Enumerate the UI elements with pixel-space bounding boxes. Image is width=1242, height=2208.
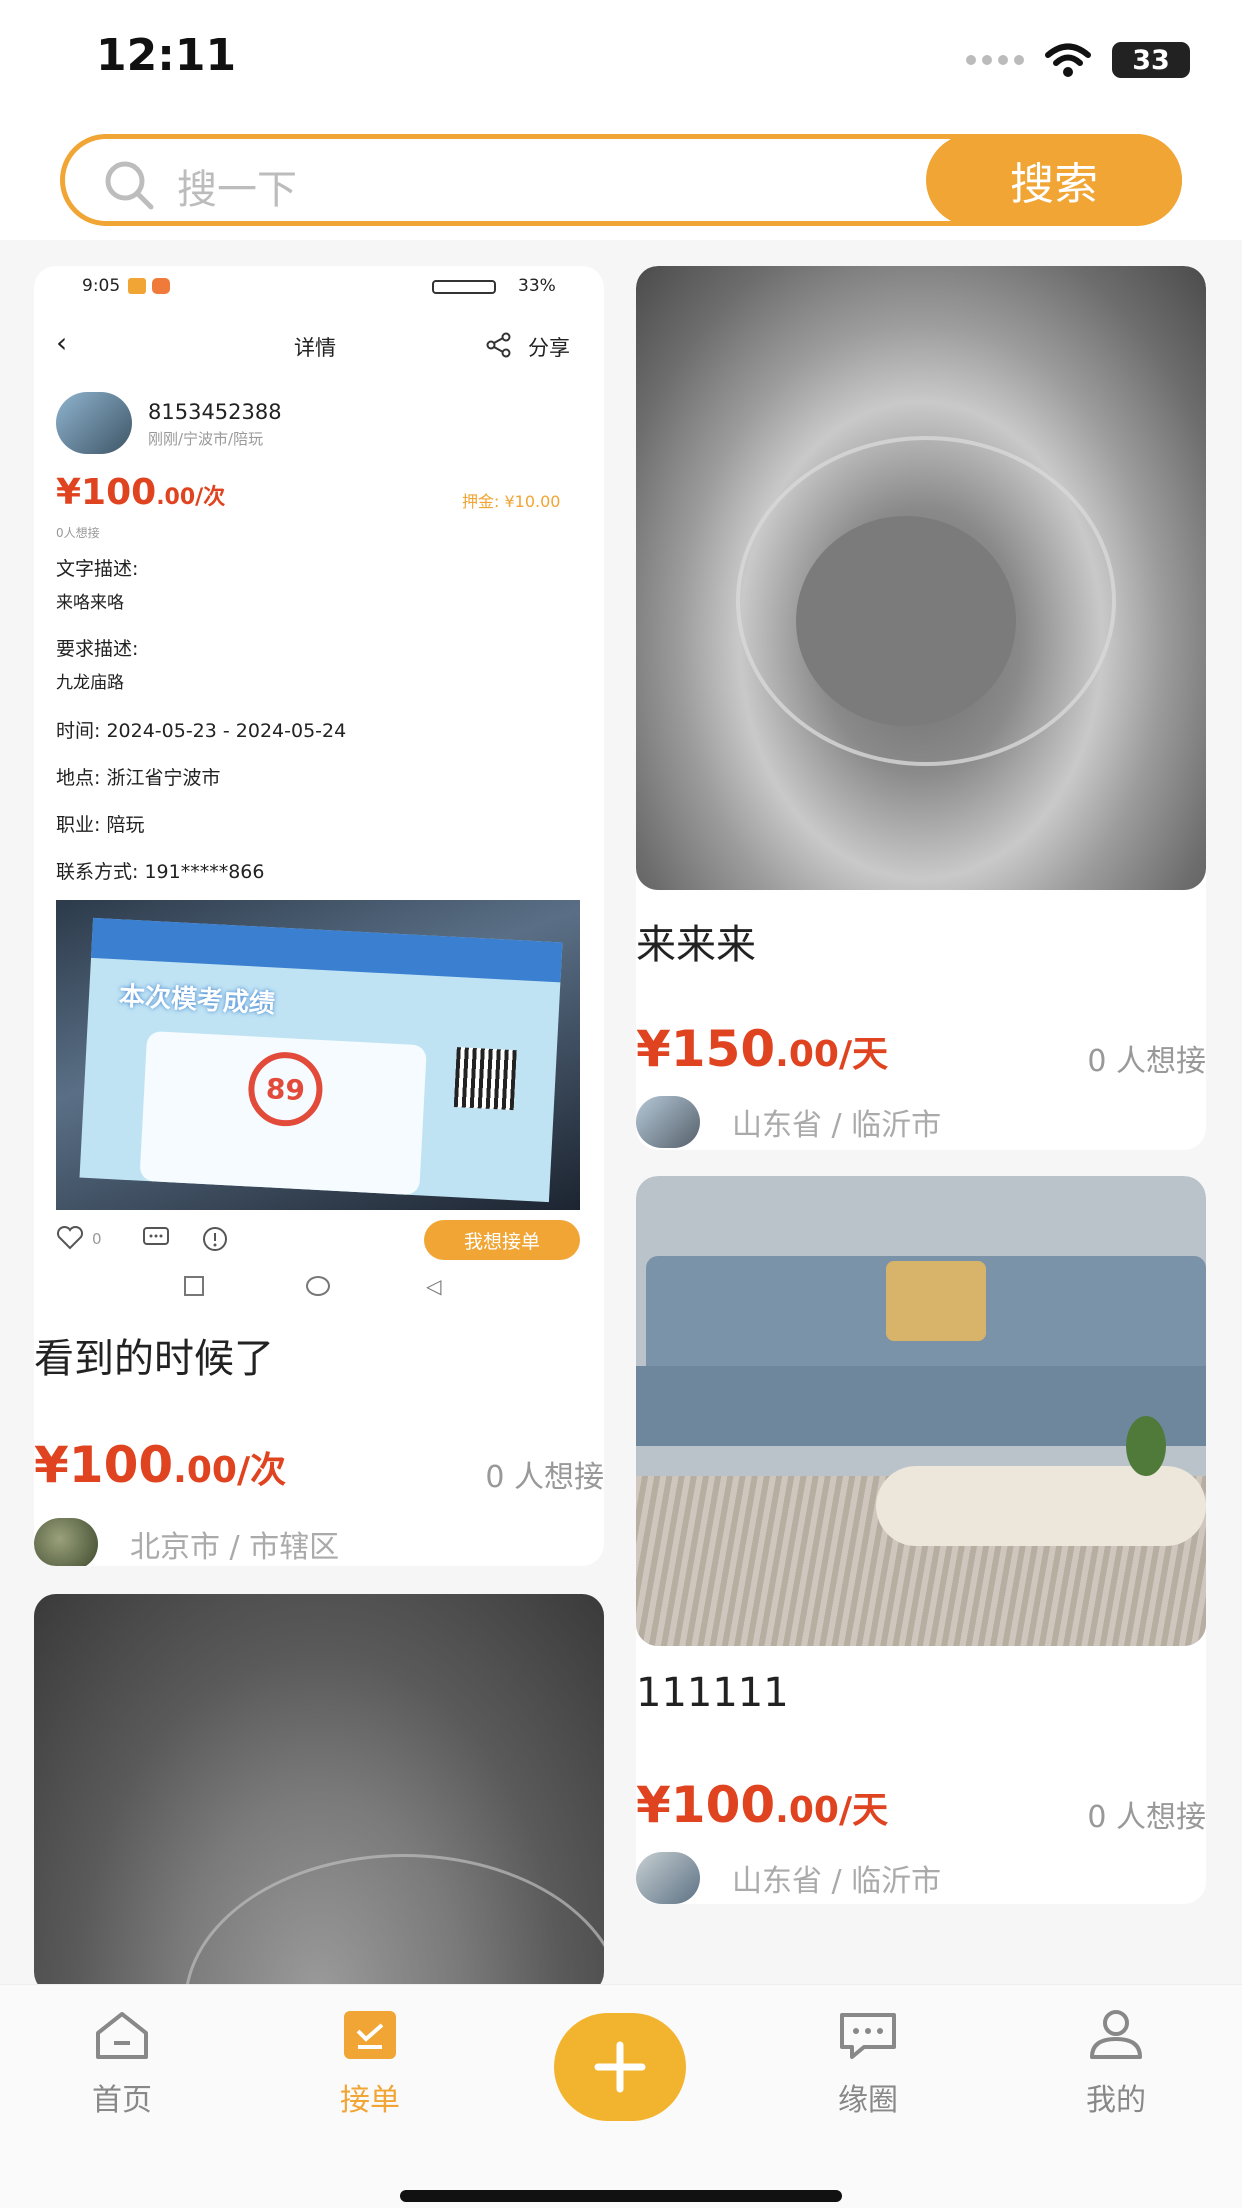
checklist-icon [344, 2011, 396, 2059]
shot-battery: 33% [518, 276, 556, 296]
chat-bubble-icon [840, 2013, 896, 2059]
home-nav-icon [306, 1276, 330, 1296]
home-indicator [400, 2190, 842, 2202]
card-image: 9:05 33% ‹ 详情 分享 8153452388 刚刚/宁波市/陪玩 ¥1… [34, 266, 604, 1298]
signal-icon [966, 55, 1024, 65]
card-want-count: 0 人想接 [485, 1460, 604, 1495]
status-bar: 12:11 33 [0, 0, 1242, 120]
shot-status-icons [432, 280, 496, 294]
shot-share-label: 分享 [528, 336, 570, 360]
shot-header-title: 详情 [294, 336, 336, 360]
card-title: 来来来 [636, 922, 756, 968]
back-nav-icon: ◁ [426, 1274, 442, 1298]
shot-photo-text: 本次模考成绩 [118, 981, 276, 1020]
report-icon [203, 1227, 227, 1251]
card-image [636, 266, 1206, 890]
card-image [636, 1176, 1206, 1646]
order-card[interactable]: 来来来 ¥150.00/天 0 人想接 山东省 / 临沂市 [636, 266, 1206, 1150]
add-post-button[interactable] [554, 2013, 686, 2121]
card-price: ¥100.00/次 [34, 1436, 287, 1494]
search-bar: 搜一下 搜索 [0, 120, 1242, 240]
card-image [34, 1594, 604, 1994]
search-button[interactable]: 搜索 [926, 134, 1182, 226]
card-want-count: 0 人想接 [1087, 1044, 1206, 1079]
shot-photo: 本次模考成绩 89 [56, 900, 580, 1210]
comment-icon [143, 1227, 169, 1245]
tab-label: 缘圈 [838, 2083, 898, 2118]
card-want-count: 0 人想接 [1087, 1800, 1206, 1835]
shot-job-row: 职业: 陪玩 [56, 814, 145, 836]
order-card[interactable]: 111111 ¥100.00/天 0 人想接 山东省 / 临沂市 [636, 1176, 1206, 1904]
wifi-icon [1045, 43, 1091, 77]
shot-user-id: 8153452388 [148, 400, 282, 424]
shot-deposit: 押金: ¥10.00 [462, 492, 561, 511]
shot-want: 0人想接 [56, 526, 100, 540]
card-title: 111111 [636, 1670, 789, 1716]
avatar [636, 1096, 700, 1148]
search-placeholder: 搜一下 [177, 167, 297, 213]
shot-time-row: 时间: 2024-05-23 - 2024-05-24 [56, 720, 347, 742]
tab-orders[interactable]: 接单 [310, 2009, 430, 2119]
shot-text-desc-label: 文字描述: [56, 558, 139, 580]
card-location: 北京市 / 市辖区 [130, 1530, 340, 1565]
tab-profile[interactable]: 我的 [1056, 2009, 1176, 2119]
tab-bar: 首页 接单 缘圈 我的 [0, 1984, 1242, 2208]
person-icon [1090, 2010, 1142, 2059]
message-badge-icon [152, 278, 170, 294]
shot-req-desc-value: 九龙庙路 [56, 673, 124, 693]
home-icon [96, 2012, 148, 2059]
recent-apps-icon [184, 1276, 204, 1296]
avatar [636, 1852, 700, 1904]
order-card[interactable] [34, 1594, 604, 1994]
card-title: 看到的时候了 [34, 1336, 274, 1382]
tab-label: 我的 [1086, 2083, 1146, 2118]
avatar [34, 1518, 98, 1566]
app-badge-icon [128, 278, 146, 294]
search-input[interactable]: 搜一下 搜索 [60, 134, 1182, 226]
avatar [56, 392, 132, 454]
shot-time: 9:05 [82, 276, 121, 296]
card-price: ¥150.00/天 [636, 1020, 889, 1078]
card-location: 山东省 / 临沂市 [732, 1864, 942, 1899]
search-icon [105, 161, 154, 210]
shot-place-row: 地点: 浙江省宁波市 [56, 767, 221, 789]
shot-like-count: 0 [92, 1230, 102, 1248]
card-location: 山东省 / 临沂市 [732, 1108, 942, 1143]
shot-req-desc-label: 要求描述: [56, 638, 139, 660]
shot-text-desc-value: 来咯来咯 [56, 593, 124, 613]
plus-icon [594, 2041, 646, 2093]
order-card[interactable]: 9:05 33% ‹ 详情 分享 8153452388 刚刚/宁波市/陪玩 ¥1… [34, 266, 604, 1566]
heart-icon [56, 1226, 84, 1250]
tab-label: 首页 [92, 2083, 152, 2118]
qr-code-icon [453, 1047, 517, 1111]
tab-label: 接单 [340, 2083, 400, 2118]
card-price: ¥100.00/天 [636, 1776, 889, 1834]
back-icon: ‹ [56, 326, 68, 359]
share-icon [486, 332, 511, 358]
shot-contact-row: 联系方式: 191*****866 [56, 861, 265, 883]
shot-user-meta: 刚刚/宁波市/陪玩 [148, 430, 264, 448]
shot-price: ¥100.00/次 [56, 472, 226, 513]
shot-take-button: 我想接单 [424, 1220, 580, 1260]
tab-home[interactable]: 首页 [62, 2009, 182, 2119]
battery-indicator: 33 [1112, 42, 1190, 78]
status-time: 12:11 [96, 30, 237, 81]
tab-circle[interactable]: 缘圈 [808, 2009, 928, 2119]
